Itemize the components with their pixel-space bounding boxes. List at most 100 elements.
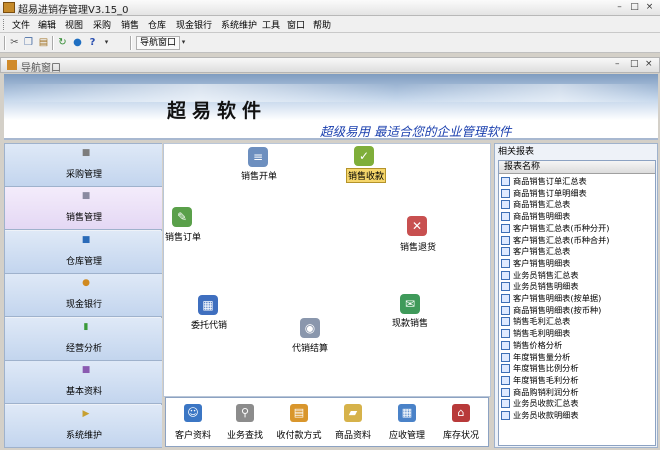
report-item[interactable]: 商品销售明细表(按币种) — [501, 305, 653, 316]
quick-label: 客户资料 — [174, 431, 211, 441]
customer-icon: ☺ — [184, 404, 202, 422]
banner-sky — [4, 84, 658, 102]
sidebar-item-maintenance[interactable]: ▶ 系统维护 — [5, 405, 162, 448]
sales-order-icon: ✎ — [172, 207, 192, 227]
nav-maximize-button[interactable]: □ — [630, 59, 639, 69]
report-item[interactable]: 业务员收款明细表 — [501, 410, 653, 421]
sales-invoice-icon: ≡ — [248, 147, 268, 167]
sidebar-item-warehouse[interactable]: ■ 仓库管理 — [5, 231, 162, 274]
menu-help[interactable]: 帮助 — [313, 18, 331, 31]
module-sidebar: ■ 采购管理 ■ 销售管理 ■ 仓库管理 ● 现金银行 ▮ 经营分析 ■ 基本资… — [4, 143, 162, 448]
report-icon — [501, 294, 510, 303]
menu-purchase[interactable]: 采购 — [93, 18, 111, 31]
report-icon — [501, 223, 510, 233]
basic-info-icon: ■ — [81, 365, 91, 375]
report-item[interactable]: 销售毛利明细表 — [501, 328, 653, 339]
report-item[interactable]: 业务员收款汇总表 — [501, 398, 653, 409]
report-item[interactable]: 年度销售比例分析 — [501, 363, 653, 374]
report-item[interactable]: 销售价格分析 — [501, 340, 653, 351]
quick-product[interactable]: ▰ 商品资料 — [326, 398, 380, 446]
report-icon — [501, 258, 510, 268]
close-button[interactable]: × — [643, 1, 656, 14]
nav-minimize-button[interactable]: – — [615, 59, 620, 69]
sidebar-item-sales[interactable]: ■ 销售管理 — [5, 187, 162, 230]
report-item[interactable]: 商品购销利润分析 — [501, 387, 653, 398]
toolbar-separator — [52, 36, 54, 50]
quick-receivable[interactable]: ▦ 应收管理 — [380, 398, 434, 446]
quick-search[interactable]: ⚲ 业务查找 — [218, 398, 272, 446]
report-item[interactable]: 商品销售订单明细表 — [501, 188, 653, 199]
globe-icon[interactable]: ● — [72, 37, 83, 48]
copy-icon[interactable]: ❐ — [23, 37, 34, 48]
report-item[interactable]: 客户销售明细表(按单据) — [501, 293, 653, 304]
report-icon — [501, 399, 510, 409]
report-label: 客户销售汇总表 — [513, 246, 571, 257]
report-label: 销售价格分析 — [513, 339, 563, 350]
report-icon — [501, 411, 510, 420]
report-item[interactable]: 商品销售明细表 — [501, 211, 653, 222]
sidebar-item-analysis[interactable]: ▮ 经营分析 — [5, 318, 162, 361]
receivable-icon: ▦ — [398, 404, 416, 422]
minimize-button[interactable]: – — [613, 1, 626, 14]
sidebar-item-basic-info[interactable]: ■ 基本资料 — [5, 361, 162, 404]
report-label: 客户销售汇总表(币种分开) — [513, 222, 610, 233]
report-item[interactable]: 商品销售汇总表 — [501, 199, 653, 210]
menu-file[interactable]: 文件 — [12, 18, 30, 31]
sidebar-item-cash-bank[interactable]: ● 现金银行 — [5, 274, 162, 317]
menu-window[interactable]: 窗口 — [287, 18, 305, 31]
sidebar-item-purchase[interactable]: ■ 采购管理 — [5, 144, 162, 187]
report-label: 年度销售比例分析 — [513, 363, 579, 374]
report-label: 商品销售订单明细表 — [513, 187, 587, 198]
menu-grip — [3, 19, 6, 30]
report-icon — [501, 235, 510, 245]
report-label: 业务员销售明细表 — [513, 281, 579, 292]
report-item[interactable]: 客户销售汇总表(币种分开) — [501, 223, 653, 234]
quick-payment-method[interactable]: ▤ 收付款方式 — [272, 398, 326, 446]
menu-warehouse[interactable]: 仓库 — [148, 18, 166, 31]
menu-maintenance[interactable]: 系统维护 — [221, 18, 257, 31]
menu-view[interactable]: 视图 — [65, 18, 83, 31]
report-item[interactable]: 客户销售汇总表(币种合并) — [501, 235, 653, 246]
paste-icon[interactable]: ▤ — [38, 37, 49, 48]
maximize-button[interactable]: □ — [628, 1, 641, 14]
report-item[interactable]: 业务员销售明细表 — [501, 281, 653, 292]
report-label: 商品销售明细表(按币种) — [513, 304, 602, 315]
cut-icon[interactable]: ✂ — [9, 37, 20, 48]
report-item[interactable]: 年度销售量分析 — [501, 352, 653, 363]
report-item[interactable]: 年度销售毛利分析 — [501, 375, 653, 386]
report-item[interactable]: 销售毛利汇总表 — [501, 316, 653, 327]
report-icon — [501, 375, 510, 385]
menu-edit[interactable]: 编辑 — [38, 18, 56, 31]
report-item[interactable]: 商品销售订单汇总表 — [501, 176, 653, 187]
nav-window-button[interactable]: 导航窗口 — [136, 36, 181, 50]
quick-customer[interactable]: ☺ 客户资料 — [166, 398, 220, 446]
report-label: 年度销售毛利分析 — [513, 374, 579, 385]
toolbar-separator — [130, 36, 132, 50]
report-item[interactable]: 客户销售汇总表 — [501, 246, 653, 257]
workflow-label: 销售开单 — [241, 172, 278, 182]
menu-sales[interactable]: 销售 — [121, 18, 139, 31]
report-item[interactable]: 客户销售明细表 — [501, 258, 653, 269]
consignment-settle-icon: ◉ — [300, 318, 320, 338]
nav-close-button[interactable]: × — [645, 59, 653, 69]
help-icon[interactable]: ? — [87, 37, 98, 48]
workflow-label: 销售退货 — [400, 243, 437, 253]
report-label: 商品销售订单汇总表 — [513, 176, 587, 186]
app-icon — [3, 2, 15, 13]
toolbar-overflow-icon[interactable]: ▾ — [101, 37, 112, 48]
nav-window-header: 导航窗口 – □ × — [0, 57, 660, 74]
quick-inventory[interactable]: ⌂ 库存状况 — [434, 398, 488, 446]
quick-label: 商品资料 — [334, 431, 371, 441]
quick-access-bar: ☺ 客户资料 ⚲ 业务查找 ▤ 收付款方式 ▰ 商品资料 ▦ 应收管理 ⌂ 库存… — [165, 397, 489, 447]
toolbar-overflow-icon[interactable]: ▾ — [178, 37, 189, 48]
report-label: 客户销售明细表 — [513, 257, 571, 268]
reports-column-header[interactable]: 报表名称 — [499, 161, 655, 174]
sidebar-item-label: 系统维护 — [65, 431, 102, 441]
report-item[interactable]: 业务员销售汇总表 — [501, 270, 653, 281]
sales-icon: ■ — [81, 191, 91, 201]
menu-cash-bank[interactable]: 现金银行 — [176, 18, 212, 31]
toolbar-grip — [4, 36, 6, 50]
refresh-icon[interactable]: ↻ — [57, 37, 68, 48]
menu-tools[interactable]: 工具 — [262, 18, 280, 31]
report-label: 客户销售明细表(按单据) — [513, 293, 602, 303]
